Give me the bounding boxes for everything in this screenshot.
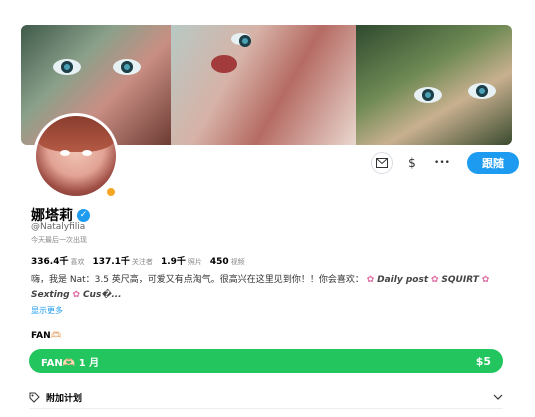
last-seen-status: 今天最后一次出现 (31, 236, 87, 244)
stat-followers: 137.1千 关注者 (92, 257, 153, 267)
bio-tag: SQUIRT (441, 275, 479, 285)
bio: 嗨，我是 Nat：3.5 英尺高，可爱又有点淘气。很高兴在这里见到你！！你会喜欢… (31, 275, 490, 300)
message-button[interactable] (371, 152, 393, 174)
subscribe-button[interactable]: FAN🫶🏻 1 月 $5 (29, 349, 503, 373)
additional-plans-toggle[interactable]: 附加计划 (29, 386, 503, 409)
profile-page: $ ••• 跟随 娜塔莉 ✓ @Natalyfilia 今天最后一次出现 336… (21, 0, 519, 417)
dollar-icon: $ (408, 156, 416, 170)
subscription-title: FAN🫶🏻 (31, 331, 62, 341)
verified-icon: ✓ (77, 208, 90, 222)
online-indicator (105, 186, 117, 198)
stat-photos[interactable]: 1.9千 照片 (161, 254, 202, 267)
show-more-link[interactable]: 显示更多 (31, 305, 63, 316)
mail-icon (376, 158, 388, 168)
follow-button[interactable]: 跟随 (467, 152, 519, 174)
chevron-down-icon (493, 394, 503, 400)
cover-panel-right (356, 25, 512, 145)
cover-panel-center (171, 25, 356, 145)
stat-videos[interactable]: 450 视频 (210, 257, 245, 267)
tip-button[interactable]: $ (401, 152, 423, 174)
tag-icon (29, 392, 40, 403)
avatar[interactable] (33, 113, 119, 199)
plan-label: FAN🫶🏻 1 月 (41, 357, 100, 369)
profile-stats: 336.4千 喜欢 137.1千 关注者 1.9千 照片 450 视频 (31, 254, 245, 267)
more-icon: ••• (434, 158, 450, 168)
profile-actions: $ ••• 跟随 (371, 152, 519, 174)
stat-likes: 336.4千 喜欢 (31, 257, 85, 267)
bio-tag: Sexting (31, 290, 70, 300)
bio-tag: Daily post (377, 275, 429, 285)
plan-price: $5 (475, 354, 491, 368)
more-button[interactable]: ••• (431, 152, 453, 174)
bio-tag: Cus�... (82, 290, 122, 300)
username: @Natalyfilia (31, 222, 86, 232)
additional-plans-label: 附加计划 (46, 393, 83, 404)
